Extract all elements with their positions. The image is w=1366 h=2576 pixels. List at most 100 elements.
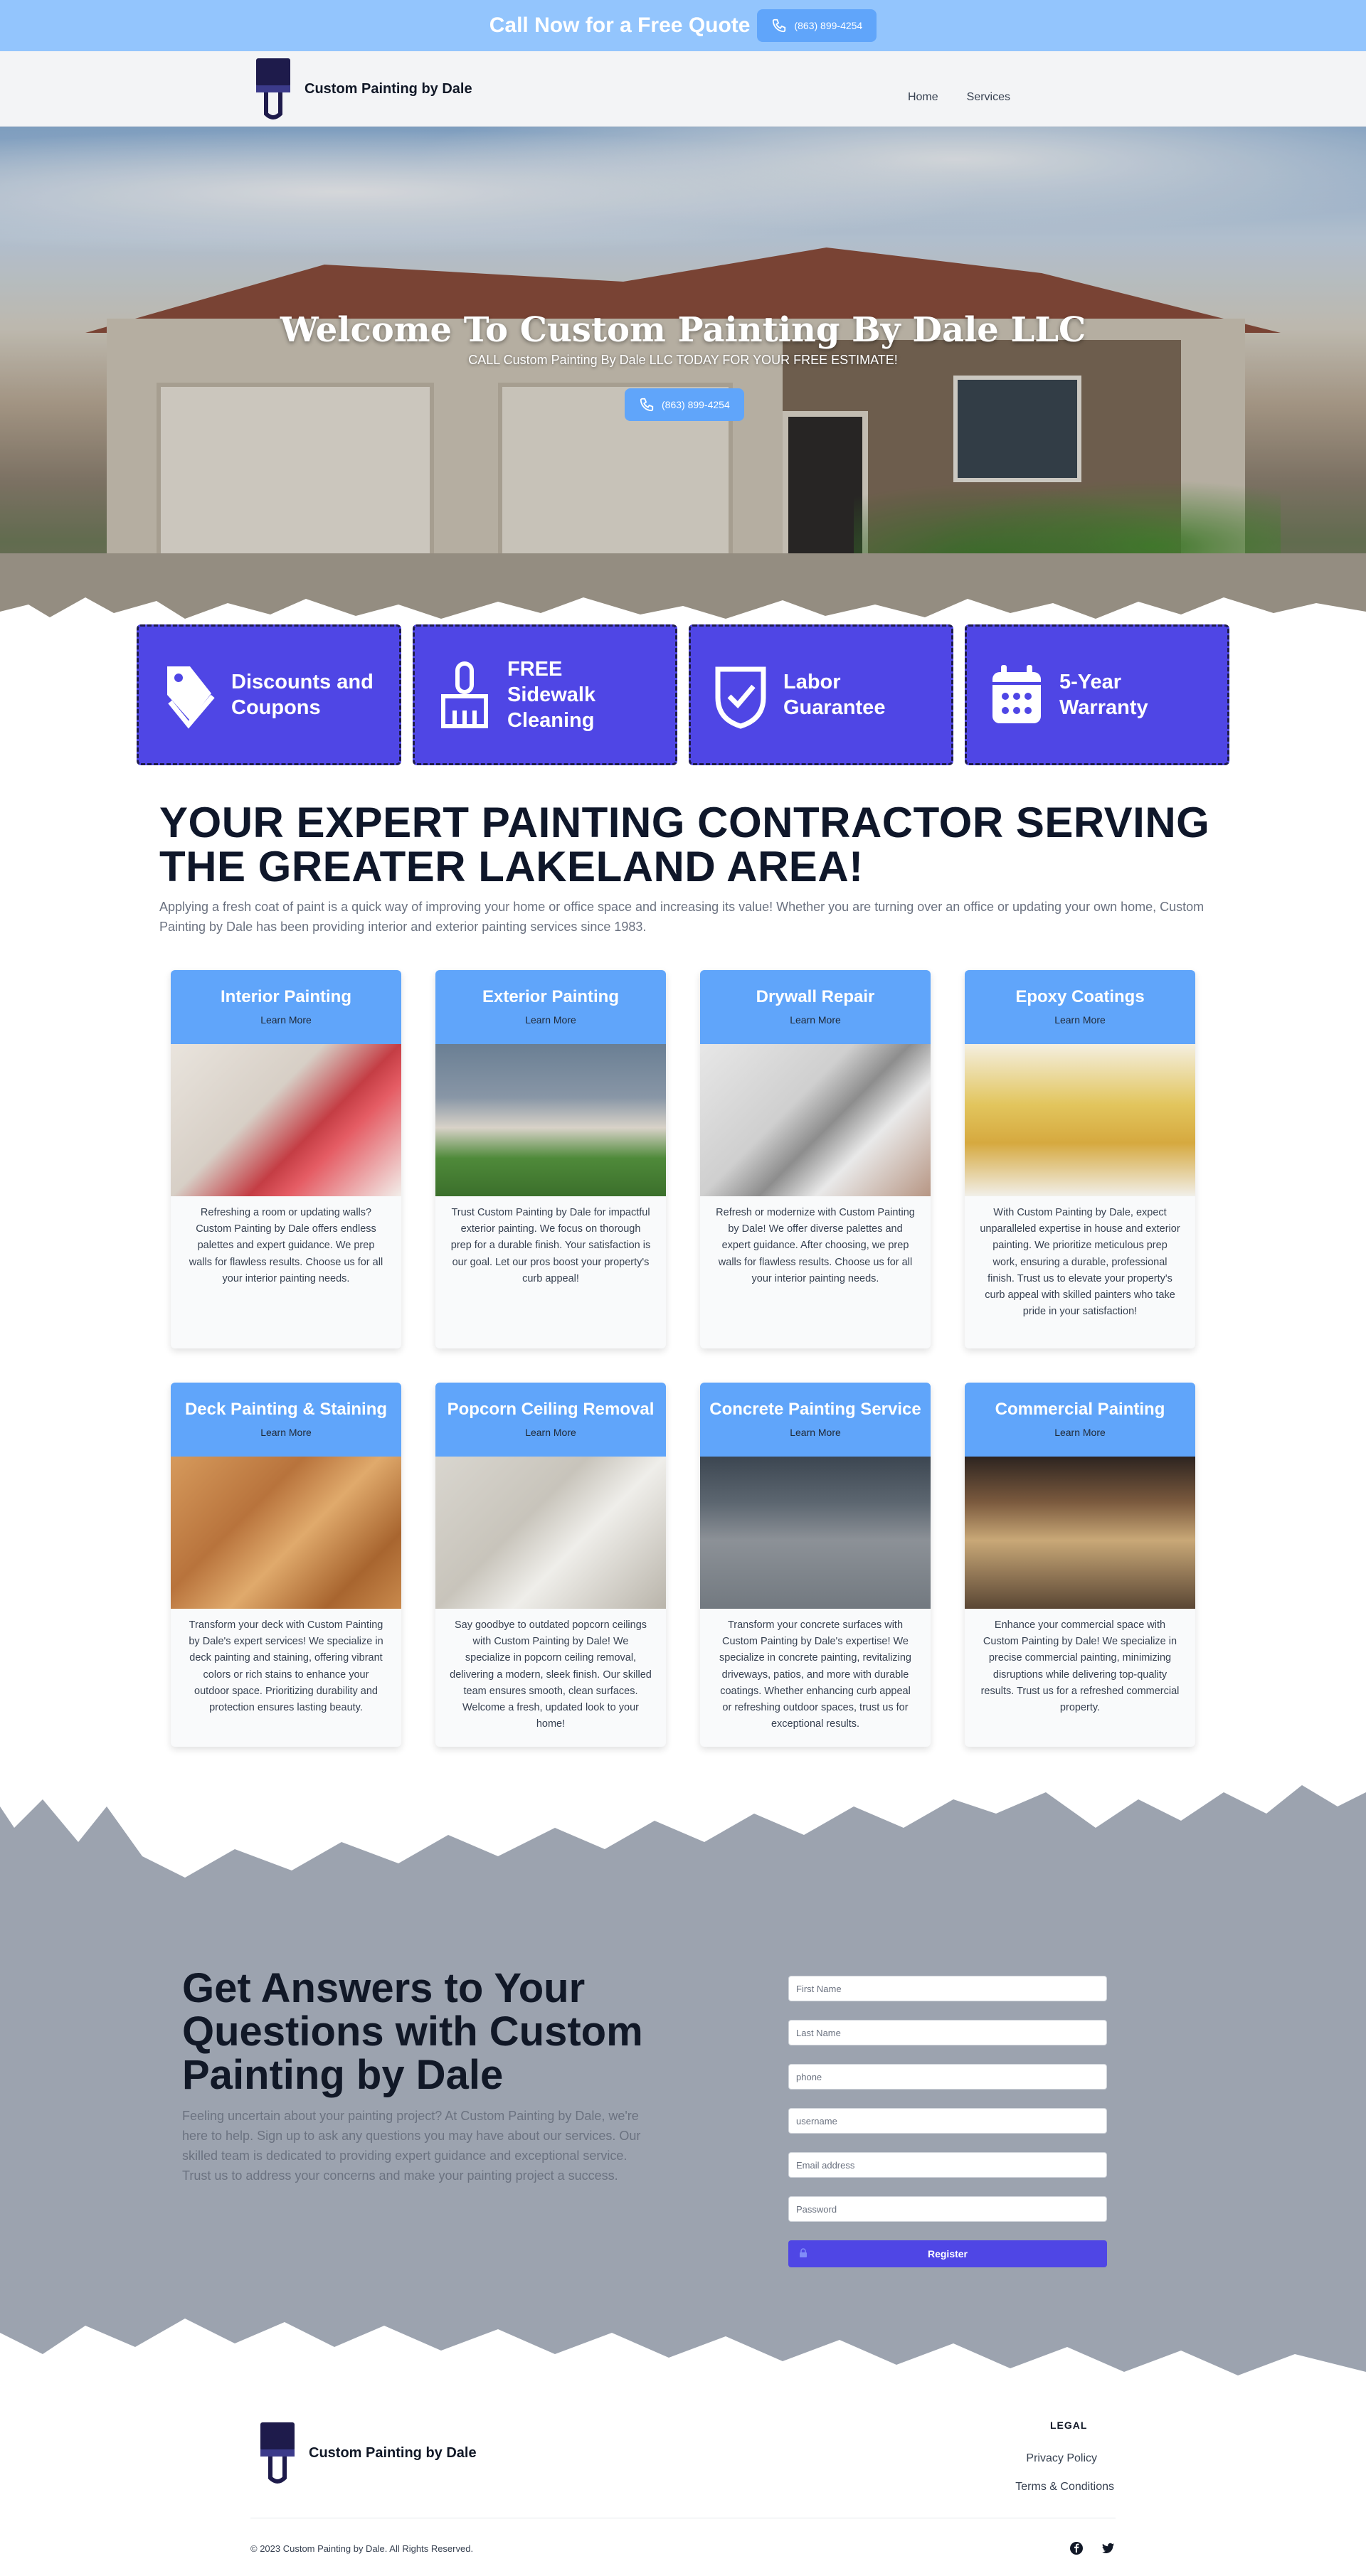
service-card-exterior: Exterior Painting Learn More Trust Custom… <box>435 970 666 1348</box>
feature-labor[interactable]: Labor Guarantee <box>689 624 953 765</box>
facebook-icon[interactable] <box>1069 2540 1084 2556</box>
nav-services[interactable]: Services <box>967 91 1010 104</box>
feature-badges: Discounts and Coupons FREE Sidewalk Cleani… <box>137 624 1229 765</box>
service-card-drywall: Drywall Repair Learn More Refresh or mode… <box>700 970 931 1348</box>
service-card-epoxy: Epoxy Coatings Learn More With Custom Pai… <box>965 970 1195 1348</box>
service-description: Transform your concrete surfaces with Cu… <box>719 1619 911 1730</box>
learn-more-link[interactable]: Learn More <box>700 1014 931 1026</box>
tag-icon <box>167 666 215 729</box>
service-image-deck <box>171 1457 401 1609</box>
learn-more-link[interactable]: Learn More <box>171 1427 401 1438</box>
service-title: Popcorn Ceiling Removal <box>447 1400 655 1419</box>
contact-text: Feeling uncertain about your painting pr… <box>182 2109 641 2183</box>
service-title: Drywall Repair <box>756 987 875 1006</box>
service-title: Commercial Painting <box>995 1400 1165 1419</box>
service-card-commercial: Commercial Painting Learn More Enhance yo… <box>965 1383 1195 1747</box>
privacy-policy-link[interactable]: Privacy Policy <box>1026 2452 1097 2465</box>
feature-discounts-line2: Coupons <box>231 696 321 719</box>
learn-more-link[interactable]: Learn More <box>435 1014 666 1026</box>
email-field[interactable] <box>788 2152 1107 2178</box>
topbar-phone-button[interactable]: (863) 899-4254 <box>757 9 877 42</box>
feature-labor-line2: Guarantee <box>783 696 886 719</box>
feature-warranty-line1: 5-Year <box>1059 670 1122 693</box>
service-description: Say goodbye to outdated popcorn ceilings… <box>450 1619 652 1730</box>
feature-warranty[interactable]: 5-Year Warranty <box>965 624 1229 765</box>
shield-check-icon <box>715 666 766 729</box>
feature-sidewalk-line1: FREE Sidewalk <box>507 657 596 706</box>
footer-brand-link[interactable]: Custom Painting by Dale <box>259 2422 477 2484</box>
learn-more-link[interactable]: Learn More <box>965 1014 1195 1026</box>
torn-paint-edge-bottom <box>0 2319 1366 2383</box>
brand-name: Custom Painting by Dale <box>305 80 472 97</box>
service-image-epoxy <box>965 1044 1195 1196</box>
username-field[interactable] <box>788 2108 1107 2134</box>
intro-heading: YOUR EXPERT PAINTING CONTRACTOR SERVING … <box>159 799 1210 890</box>
feature-sidewalk-line2: Cleaning <box>507 709 595 733</box>
service-card-concrete: Concrete Painting Service Learn More Tran… <box>700 1383 931 1747</box>
feature-discounts-line1: Discounts and <box>231 670 374 693</box>
service-title: Exterior Painting <box>482 987 620 1006</box>
copyright-text: © 2023 Custom Painting by Dale. All Righ… <box>250 2543 474 2554</box>
brush-icon <box>441 661 488 728</box>
brand-logo-link[interactable]: Custom Painting by Dale <box>255 58 472 119</box>
torn-paint-edge-top <box>0 1778 1366 1878</box>
cta-text: Call Now for a Free Quote <box>489 14 751 37</box>
feature-sidewalk[interactable]: FREE Sidewalk Cleaning <box>413 624 677 765</box>
service-title: Interior Painting <box>220 987 351 1006</box>
learn-more-link[interactable]: Learn More <box>435 1427 666 1438</box>
hero-subtitle: CALL Custom Painting By Dale LLC TODAY F… <box>468 353 898 367</box>
service-card-deck: Deck Painting & Staining Learn More Trans… <box>171 1383 401 1747</box>
register-form: Register <box>788 1976 1107 2267</box>
service-image-exterior <box>435 1044 666 1196</box>
service-description: With Custom Painting by Dale, expect unp… <box>980 1207 1180 1318</box>
feature-labor-line1: Labor <box>783 670 841 693</box>
twitter-icon[interactable] <box>1100 2540 1116 2556</box>
hero-image: Welcome To Custom Painting By Dale LLC C… <box>0 127 1366 633</box>
learn-more-link[interactable]: Learn More <box>965 1427 1195 1438</box>
service-image-drywall <box>700 1044 931 1196</box>
service-title: Concrete Painting Service <box>709 1400 921 1419</box>
service-image-commercial <box>965 1457 1195 1609</box>
service-card-interior: Interior Painting Learn More Refreshing a… <box>171 970 401 1348</box>
service-description: Enhance your commercial space with Custo… <box>980 1619 1180 1713</box>
intro-text: Applying a fresh coat of paint is a quic… <box>159 900 1204 934</box>
feature-discounts[interactable]: Discounts and Coupons <box>137 624 401 765</box>
phone-icon <box>773 18 786 33</box>
lock-icon <box>800 2248 807 2257</box>
first-name-field[interactable] <box>788 1976 1107 2001</box>
legal-heading: LEGAL <box>1050 2420 1088 2431</box>
service-title: Epoxy Coatings <box>1015 987 1145 1006</box>
footer-brand-name: Custom Painting by Dale <box>309 2444 477 2461</box>
service-description: Trust Custom Painting by Dale for impact… <box>450 1207 651 1284</box>
service-image-popcorn <box>435 1457 666 1609</box>
service-description: Refresh or modernize with Custom Paintin… <box>716 1207 915 1284</box>
hero-phone-number: (863) 899-4254 <box>662 399 730 410</box>
learn-more-link[interactable]: Learn More <box>700 1427 931 1438</box>
main-nav: Home Services <box>908 91 1010 104</box>
last-name-field[interactable] <box>788 2020 1107 2045</box>
feature-warranty-line2: Warranty <box>1059 696 1148 719</box>
calendar-icon <box>992 665 1041 723</box>
service-image-interior <box>171 1044 401 1196</box>
service-description: Transform your deck with Custom Painting… <box>189 1619 383 1713</box>
hero-phone-button[interactable]: (863) 899-4254 <box>625 388 744 421</box>
learn-more-link[interactable]: Learn More <box>171 1014 401 1026</box>
contact-heading: Get Answers to Your Questions with Custo… <box>182 1965 643 2098</box>
phone-field[interactable] <box>788 2064 1107 2090</box>
nav-home[interactable]: Home <box>908 91 938 104</box>
service-description: Refreshing a room or updating walls? Cus… <box>189 1207 383 1284</box>
service-image-concrete <box>700 1457 931 1609</box>
top-cta-bar: Call Now for a Free Quote (863) 899-4254 <box>0 0 1366 51</box>
phone-icon <box>640 398 654 412</box>
paintbrush-logo-icon <box>260 2422 295 2484</box>
paintbrush-logo-icon <box>256 58 290 119</box>
topbar-phone-number: (863) 899-4254 <box>794 20 863 31</box>
service-title: Deck Painting & Staining <box>184 1400 388 1419</box>
register-label: Register <box>927 2248 968 2260</box>
register-button[interactable]: Register <box>788 2240 1107 2267</box>
hero-title: Welcome To Custom Painting By Dale LLC <box>280 310 1086 350</box>
password-field[interactable] <box>788 2196 1107 2222</box>
terms-link[interactable]: Terms & Conditions <box>1015 2481 1114 2493</box>
site-header: Custom Painting by Dale Home Services <box>0 51 1366 127</box>
service-card-popcorn: Popcorn Ceiling Removal Learn More Say go… <box>435 1383 666 1747</box>
